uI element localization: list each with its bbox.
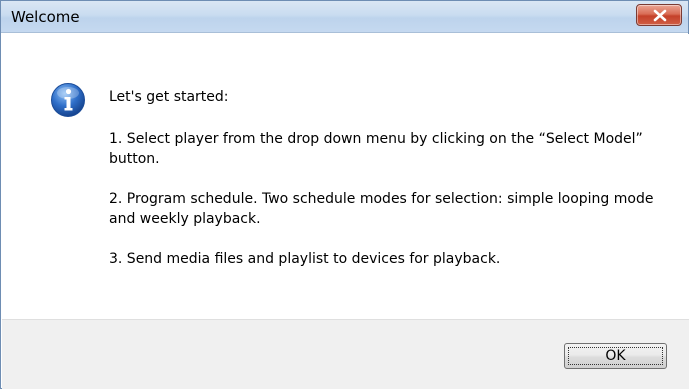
- message-area: Let's get started: 1. Select player from…: [2, 34, 689, 319]
- ok-button[interactable]: OK: [564, 343, 667, 369]
- step-2-text: 2. Program schedule. Two schedule modes …: [109, 191, 654, 227]
- title-bar[interactable]: Welcome: [1, 1, 688, 33]
- button-bar: OK: [2, 319, 689, 389]
- step-1-text: 1. Select player from the drop down menu…: [109, 131, 643, 167]
- step-3-text: 3. Send media files and playlist to devi…: [109, 251, 501, 267]
- close-button[interactable]: [636, 4, 682, 26]
- window-title: Welcome: [11, 8, 80, 26]
- intro-text: Let's get started:: [109, 89, 229, 105]
- message-text: Let's get started: 1. Select player from…: [109, 87, 669, 289]
- close-x-icon: [653, 9, 667, 22]
- welcome-dialog: Welcome Let's get started: 1. Select pla…: [0, 0, 689, 389]
- ok-button-label: OK: [605, 348, 626, 364]
- info-icon: [51, 83, 85, 117]
